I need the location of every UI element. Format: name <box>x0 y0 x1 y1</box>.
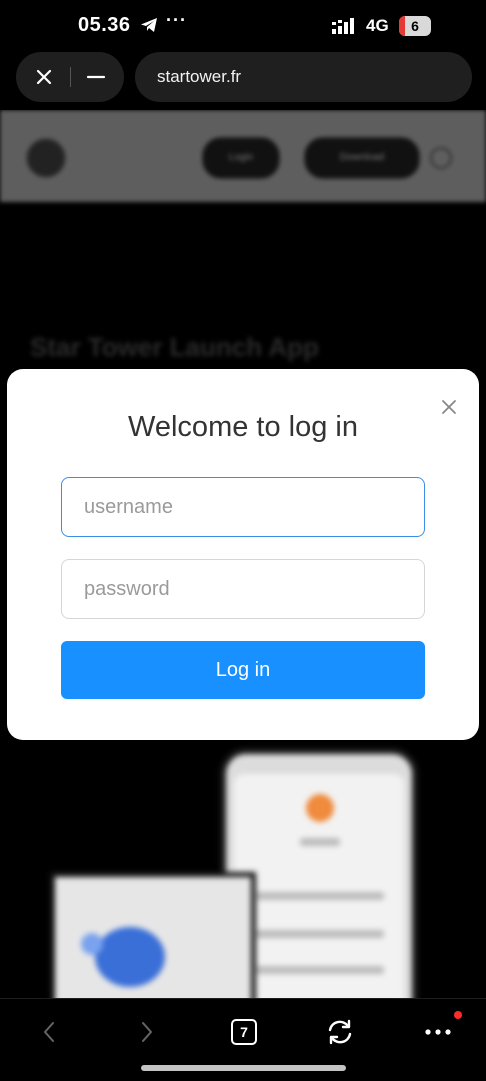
signal-icon <box>332 18 354 34</box>
login-modal: Welcome to log in Log in <box>7 369 479 740</box>
browser-bottom-nav: 7 <box>0 998 486 1081</box>
mockup-avatar <box>306 794 334 822</box>
window-controls <box>16 52 124 102</box>
address-bar[interactable]: startower.fr <box>135 52 472 102</box>
globe-icon <box>430 147 452 169</box>
status-bar: 05.36 ··· 4G 6 <box>0 0 486 52</box>
more-dots-icon[interactable] <box>420 1017 456 1047</box>
tabs-button[interactable]: 7 <box>225 1017 261 1047</box>
mockup-chart-blob <box>95 927 165 987</box>
more-notifications-icon: ··· <box>166 10 187 30</box>
battery-icon: 6 <box>399 16 431 36</box>
telegram-icon <box>141 18 157 32</box>
refresh-icon[interactable] <box>322 1017 358 1047</box>
password-input[interactable] <box>61 559 425 619</box>
login-button[interactable]: Log in <box>61 641 425 699</box>
tab-count[interactable]: 7 <box>231 1019 257 1045</box>
site-logo <box>26 138 66 178</box>
site-header: Login Download <box>0 110 486 202</box>
browser-toolbar: startower.fr <box>0 52 486 110</box>
laptop-mockup-image <box>50 872 256 998</box>
header-login-button: Login <box>202 137 280 179</box>
home-indicator[interactable] <box>141 1065 346 1071</box>
mockup-bar <box>300 838 340 846</box>
chevron-right-icon[interactable] <box>128 1017 164 1047</box>
mockup-bar <box>254 966 384 974</box>
phone-mockup-screen <box>234 774 404 998</box>
header-download-button: Download <box>304 137 420 179</box>
notification-dot <box>454 1011 462 1019</box>
chevron-left-icon[interactable] <box>32 1017 68 1047</box>
modal-title: Welcome to log in <box>128 411 358 443</box>
battery-level <box>399 16 405 36</box>
network-type: 4G <box>366 16 389 35</box>
close-icon[interactable] <box>30 63 58 91</box>
page-headline: Star Tower Launch App <box>30 332 319 362</box>
battery-level-label: 6 <box>411 18 419 34</box>
url-text[interactable]: startower.fr <box>157 67 241 87</box>
status-time: 05.36 <box>78 14 131 36</box>
mockup-bar <box>254 892 384 900</box>
mockup-chart-blob <box>81 933 103 955</box>
divider <box>70 67 71 87</box>
mockup-bar <box>254 930 384 938</box>
minimize-icon[interactable] <box>82 63 110 91</box>
username-input[interactable] <box>61 477 425 537</box>
